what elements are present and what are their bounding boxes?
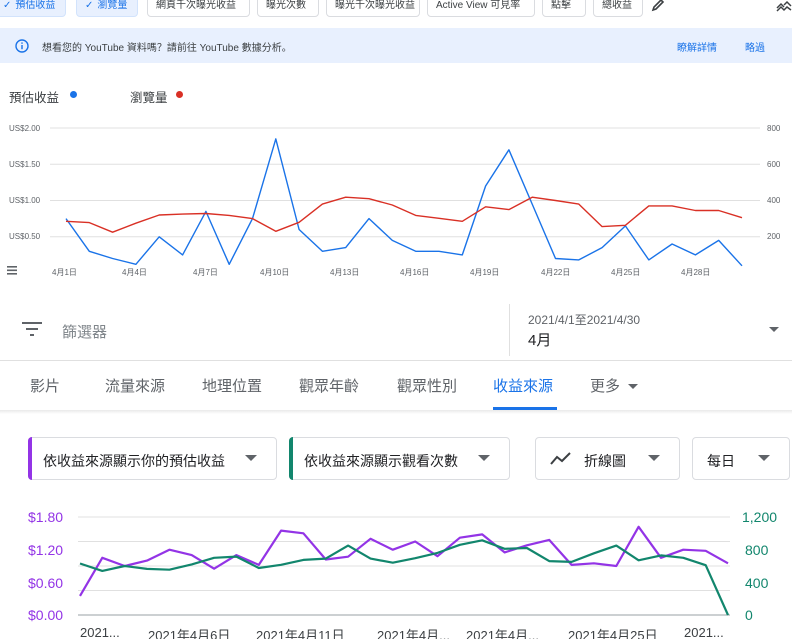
x-tick: 2021...: [80, 625, 120, 639]
chevron-down-icon: [648, 455, 660, 461]
filter-icon[interactable]: [22, 322, 42, 336]
info-icon: [15, 39, 29, 53]
x-tick: 2021年4月...: [377, 628, 450, 639]
chevron-down-icon: [245, 455, 257, 461]
check-icon: ✓: [3, 0, 12, 11]
divider: [509, 304, 510, 356]
chevron-down-icon[interactable]: [768, 326, 780, 334]
date-range-text: 2021/4/1至2021/4/30: [528, 313, 641, 327]
metric-dropdown-views[interactable]: 依收益來源顯示觀看次數: [289, 437, 510, 480]
skip-link[interactable]: 略過: [745, 39, 765, 54]
x-tick: 4月25日: [611, 268, 641, 277]
chip-clicks[interactable]: 點擊: [542, 0, 586, 17]
chip-label: 曝光千次曝光收益: [335, 0, 415, 11]
dropdown-text: 折線圖: [584, 453, 626, 469]
x-tick: 4月22日: [541, 268, 571, 277]
x-tick: 2021年4月6日: [148, 628, 231, 639]
chip-active-view[interactable]: Active View 可見率: [427, 0, 535, 17]
youtube-info-banner: 想看您的 YouTube 資料嗎？請前往 YouTube 數據分析。 瞭解詳情 …: [0, 28, 792, 63]
chip-label: 瀏覽量: [97, 0, 128, 11]
x-tick: 2021年4月...: [466, 628, 539, 639]
x-tick: 2021...: [684, 625, 724, 639]
tab-shadow: [0, 410, 792, 414]
tab-more[interactable]: 更多: [590, 375, 639, 396]
chip-page-rpm[interactable]: 網頁千次曝光收益: [147, 0, 250, 17]
x-tick: 2021年4月25日: [568, 628, 658, 639]
chart-menu-icon[interactable]: [7, 266, 17, 275]
chip-label: 總收益: [602, 0, 632, 11]
chip-label: 預估收益: [15, 0, 56, 11]
tab-geography[interactable]: 地理位置: [202, 375, 262, 396]
overview-line-chart: [50, 127, 760, 267]
chevron-down-icon: [478, 455, 490, 461]
chevron-down-icon: [758, 455, 770, 461]
x-tick: 4月28日: [681, 268, 711, 277]
tab-more-label: 更多: [590, 378, 621, 395]
x-tick: 4月19日: [470, 268, 500, 277]
chip-estimated-revenue[interactable]: ✓ 預估收益: [0, 0, 66, 17]
legend-pageviews-label: 瀏覽量: [130, 91, 168, 105]
tab-traffic-sources[interactable]: 流量來源: [105, 375, 165, 396]
divider: [0, 360, 792, 361]
legend-revenue-label: 預估收益: [9, 91, 60, 105]
adsense-report-page: ✓ 預估收益 ✓ 瀏覽量 網頁千次曝光收益 曝光次數 曝光千次曝光收益 Active…: [0, 0, 792, 639]
metric-dropdown-revenue[interactable]: 依收益來源顯示你的預估收益: [28, 437, 277, 480]
x-tick: 4月1日: [52, 268, 77, 277]
x-tick: 4月16日: [400, 268, 430, 277]
chip-pageviews[interactable]: ✓ 瀏覽量: [76, 0, 138, 17]
chip-label: 網頁千次曝光收益: [156, 0, 236, 11]
chip-impression-rpm[interactable]: 曝光千次曝光收益: [326, 0, 420, 17]
line-chart-icon: [550, 452, 571, 465]
filter-label[interactable]: 篩選器: [62, 321, 107, 342]
chip-impressions[interactable]: 曝光次數: [257, 0, 319, 17]
revenue-source-line-chart: [78, 516, 730, 616]
granularity-dropdown[interactable]: 每日: [692, 437, 790, 480]
chip-label: Active View 可見率: [436, 0, 521, 11]
chip-total-revenue[interactable]: 總收益: [593, 0, 643, 17]
series-line-0: [65, 138, 743, 267]
dropdown-text: 依收益來源顯示觀看次數: [304, 453, 458, 469]
x-tick: 2021年4月11日: [256, 628, 345, 639]
x-tick: 4月4日: [122, 268, 147, 277]
series-line-1: [65, 196, 743, 233]
x-tick: 4月10日: [260, 268, 290, 277]
check-icon: ✓: [85, 0, 94, 11]
series-color-bar: [289, 437, 293, 480]
dropdown-text: 每日: [707, 453, 735, 469]
collapse-arrows-icon[interactable]: [776, 0, 792, 12]
x-tick: 4月7日: [193, 268, 218, 277]
tab-videos[interactable]: 影片: [30, 375, 60, 396]
tab-age[interactable]: 觀眾年齡: [299, 375, 359, 396]
x-tick: 4月13日: [330, 268, 360, 277]
pencil-icon[interactable]: [651, 0, 665, 12]
chip-label: 點擊: [551, 0, 571, 11]
tab-revenue-sources[interactable]: 收益來源: [493, 375, 553, 396]
legend-pageviews-dot: [176, 91, 183, 98]
series-color-bar: [28, 437, 32, 480]
chip-label: 曝光次數: [266, 0, 306, 11]
learn-more-link[interactable]: 瞭解詳情: [677, 39, 717, 54]
metric-chip-bar: ✓ 預估收益 ✓ 瀏覽量 網頁千次曝光收益 曝光次數 曝光千次曝光收益 Active…: [0, 0, 792, 20]
tab-gender[interactable]: 觀眾性別: [397, 375, 457, 396]
legend-revenue-dot: [70, 91, 77, 98]
date-period-select[interactable]: 4月: [528, 329, 551, 350]
chart-type-dropdown[interactable]: 折線圖: [535, 437, 680, 480]
banner-message: 想看您的 YouTube 資料嗎？請前往 YouTube 數據分析。: [42, 43, 292, 54]
chevron-down-icon: [628, 384, 639, 390]
dropdown-text: 依收益來源顯示你的預估收益: [43, 453, 225, 469]
